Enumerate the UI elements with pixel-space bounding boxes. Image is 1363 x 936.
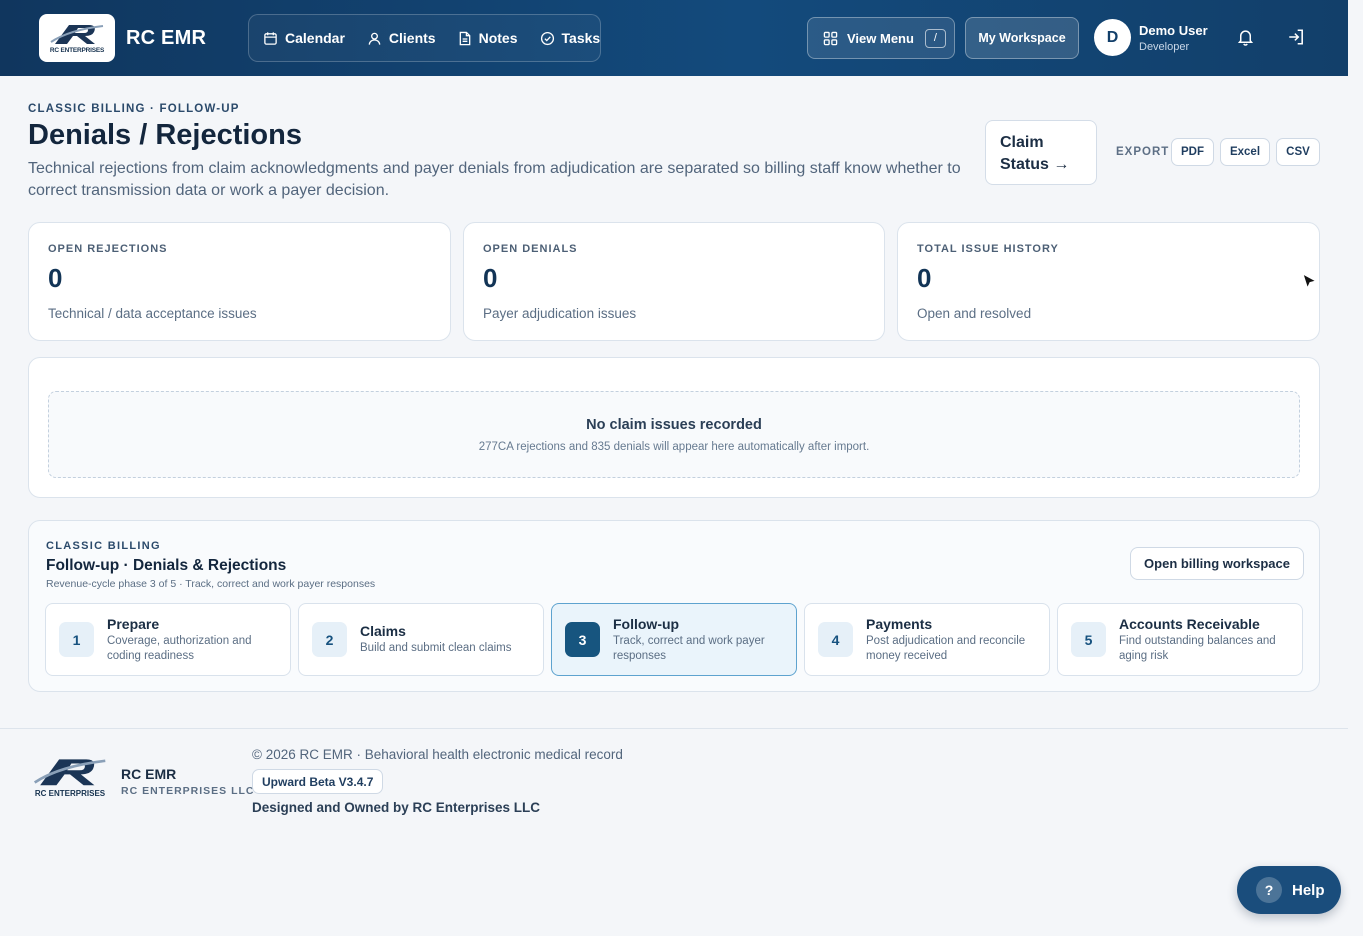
page-title: Denials / Rejections: [28, 119, 302, 151]
export-pdf-button[interactable]: PDF: [1171, 138, 1214, 166]
help-button[interactable]: ? Help: [1237, 866, 1341, 914]
footer-ownership: Designed and Owned by RC Enterprises LLC: [252, 800, 541, 815]
view-menu-shortcut: /: [924, 28, 946, 48]
user-menu[interactable]: D Demo User Developer: [1094, 19, 1208, 56]
footer-divider: [0, 728, 1348, 729]
mouse-cursor-icon: [1302, 272, 1318, 290]
check-circle-icon: [540, 31, 554, 45]
user-icon: [368, 32, 381, 45]
user-role: Developer: [1139, 40, 1190, 53]
export-excel-button[interactable]: Excel: [1220, 138, 1270, 166]
document-icon: [459, 31, 470, 45]
nav-clients[interactable]: Clients: [367, 30, 436, 46]
stat-description: Open and resolved: [917, 306, 1032, 321]
phase-subtitle: Revenue-cycle phase 3 of 5 · Track, corr…: [46, 578, 376, 590]
nav-calendar[interactable]: Calendar: [263, 30, 345, 46]
help-icon: ?: [1256, 877, 1282, 903]
view-menu-label: View Menu: [847, 30, 914, 46]
phase-eyebrow: CLASSIC BILLING: [46, 540, 161, 552]
brand-name: RC EMR: [126, 26, 207, 49]
nav-tasks[interactable]: Tasks: [540, 30, 601, 46]
logout-icon[interactable]: [1287, 28, 1305, 46]
step-description: Track, correct and work payer responses: [613, 634, 765, 662]
view-menu-button[interactable]: View Menu /: [807, 17, 955, 59]
top-navigation-bar: RC ENTERPRISES RC EMR Calendar Clients N…: [0, 0, 1348, 76]
grid-icon: [823, 31, 838, 45]
stat-description: Technical / data acceptance issues: [48, 306, 257, 321]
claim-status-link[interactable]: Claim Status →: [985, 120, 1097, 185]
stat-card-open-rejections: OPEN REJECTIONS 0 Technical / data accep…: [28, 222, 451, 341]
step-title: Payments: [866, 615, 933, 632]
step-number: 2: [312, 622, 347, 657]
step-description: Build and submit clean claims: [360, 642, 512, 654]
nav-calendar-label: Calendar: [285, 30, 345, 46]
page-eyebrow: CLASSIC BILLING · FOLLOW-UP: [28, 103, 240, 115]
footer-copyright: © 2026 RC EMR · Behavioral health electr…: [252, 747, 623, 762]
stat-value: 0: [917, 263, 932, 293]
stat-value: 0: [483, 263, 498, 293]
phase-step-claims[interactable]: 2 Claims Build and submit clean claims: [298, 603, 544, 676]
stat-label: OPEN REJECTIONS: [48, 243, 168, 255]
empty-state-title: No claim issues recorded: [586, 416, 762, 433]
my-workspace-button[interactable]: My Workspace: [965, 17, 1079, 59]
step-number: 1: [59, 622, 94, 657]
calendar-icon: [264, 31, 277, 45]
step-number: 3: [565, 622, 600, 657]
step-title: Accounts Receivable: [1119, 615, 1260, 632]
step-title: Follow-up: [613, 615, 680, 632]
step-description: Post adjudication and reconcile money re…: [866, 634, 1026, 662]
footer-company: RC ENTERPRISES LLC: [121, 785, 255, 797]
footer-logo: RC ENTERPRISES: [27, 755, 113, 803]
footer-brand: RC EMR: [121, 766, 177, 782]
stat-value: 0: [48, 263, 63, 293]
primary-nav: Calendar Clients Notes Tasks: [248, 14, 601, 62]
avatar: D: [1094, 19, 1131, 56]
phase-step-follow-up[interactable]: 3 Follow-up Track, correct and work paye…: [551, 603, 797, 676]
open-billing-workspace-button[interactable]: Open billing workspace: [1130, 547, 1304, 580]
claim-issues-panel: No claim issues recorded 277CA rejection…: [28, 357, 1320, 498]
version-badge: Upward Beta V3.4.7: [252, 769, 384, 794]
rc-enterprises-logo: RC ENTERPRISES: [39, 14, 115, 62]
step-number: 4: [818, 622, 853, 657]
export-csv-button[interactable]: CSV: [1276, 138, 1320, 166]
step-title: Claims: [360, 623, 406, 639]
step-description: Coverage, authorization and coding readi…: [107, 634, 252, 662]
page-description: Technical rejections from claim acknowle…: [28, 160, 961, 199]
claim-status-label-1: Claim: [1000, 134, 1044, 151]
nav-tasks-label: Tasks: [561, 30, 601, 46]
billing-phase-panel: CLASSIC BILLING Follow-up · Denials & Re…: [28, 520, 1320, 692]
empty-state-subtitle: 277CA rejections and 835 denials will ap…: [478, 440, 870, 453]
step-title: Prepare: [107, 615, 160, 632]
nav-clients-label: Clients: [388, 30, 436, 46]
claim-status-label-2: Status →: [1000, 156, 1070, 173]
nav-notes[interactable]: Notes: [458, 30, 518, 46]
empty-state: No claim issues recorded 277CA rejection…: [48, 391, 1300, 478]
user-name: Demo User: [1139, 22, 1208, 38]
step-number: 5: [1071, 622, 1106, 657]
brand[interactable]: RC ENTERPRISES RC EMR: [39, 14, 206, 62]
phase-step-accounts-receivable[interactable]: 5 Accounts Receivable Find outstanding b…: [1057, 603, 1303, 676]
nav-notes-label: Notes: [478, 30, 518, 46]
bell-icon[interactable]: [1237, 28, 1254, 46]
stat-card-open-denials: OPEN DENIALS 0 Payer adjudication issues: [463, 222, 885, 341]
stat-description: Payer adjudication issues: [483, 306, 637, 321]
export-label: EXPORT: [1116, 146, 1170, 158]
phase-step-payments[interactable]: 4 Payments Post adjudication and reconci…: [804, 603, 1050, 676]
help-label: Help: [1292, 881, 1325, 899]
stat-label: OPEN DENIALS: [483, 243, 578, 255]
stat-label: TOTAL ISSUE HISTORY: [917, 243, 1059, 255]
phase-step-prepare[interactable]: 1 Prepare Coverage, authorization and co…: [45, 603, 291, 676]
phase-title: Follow-up · Denials & Rejections: [46, 557, 287, 574]
step-description: Find outstanding balances and aging risk: [1119, 634, 1276, 662]
stat-card-total-issue-history: TOTAL ISSUE HISTORY 0 Open and resolved: [897, 222, 1320, 341]
